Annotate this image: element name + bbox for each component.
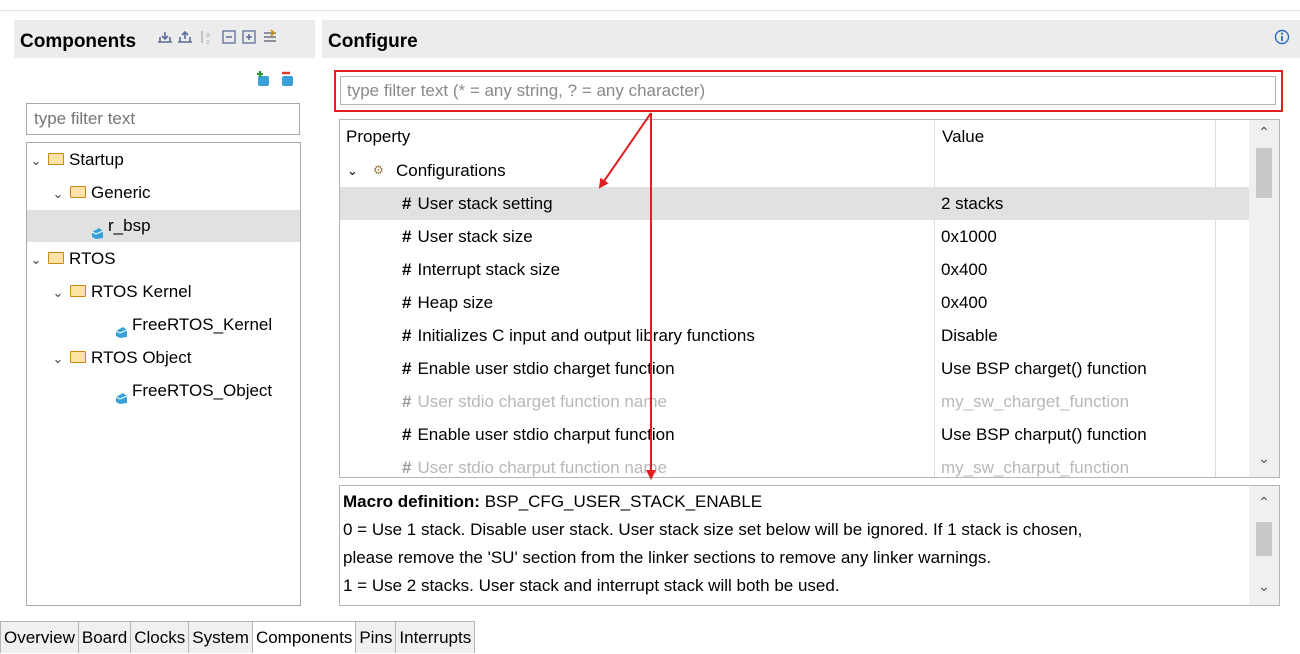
tab-components[interactable]: Components <box>251 621 357 653</box>
tab-system[interactable]: System <box>188 621 253 653</box>
tab-clocks[interactable]: Clocks <box>130 621 190 653</box>
annotation-arrows <box>598 112 656 480</box>
annotation-arrow <box>598 112 652 189</box>
tab-board[interactable]: Board <box>77 621 132 653</box>
tab-interrupts[interactable]: Interrupts <box>395 621 476 653</box>
tab-pins[interactable]: Pins <box>355 621 397 653</box>
tab-overview[interactable]: Overview <box>0 621 79 653</box>
editor-tabs: Overview Board Clocks System Components … <box>0 621 476 653</box>
